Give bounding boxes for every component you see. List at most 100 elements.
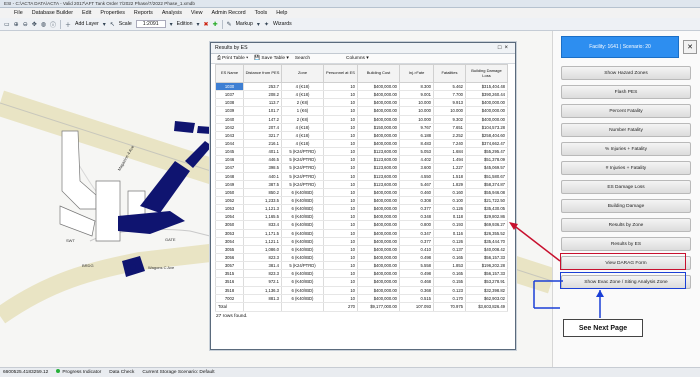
number-injuries-fatality-button[interactable]: # Injuries + Fatality bbox=[561, 161, 691, 175]
table-row[interactable]: 3057 381.4 5 (K24/PTRD) 10 $400,000.00 5.558 1… bbox=[215, 261, 508, 271]
table-row[interactable]: 1040 147.2 2 (K8) 10 $400,000.00 10.000 9.302 $… bbox=[215, 115, 508, 124]
menu-edit[interactable]: Edit bbox=[82, 8, 91, 18]
chevron-down-icon[interactable]: ▾ bbox=[170, 21, 173, 28]
add-point-icon[interactable]: ✚ bbox=[213, 21, 218, 28]
column-header[interactable]: ES Name bbox=[215, 64, 244, 83]
save-table-button[interactable]: 💾 Save Table ▾ bbox=[254, 54, 289, 63]
menu-admin-record[interactable]: Admin Record bbox=[211, 8, 245, 18]
table-row[interactable]: 1053 1,121.3 6 (K40/IBD) 10 $400,000.00 0.377… bbox=[215, 204, 508, 214]
zoom-out-icon[interactable]: ⊖ bbox=[23, 21, 28, 28]
table-row[interactable]: 1048 440.1 5 (K24/PTRD) 10 $123,600.00 4.550 1… bbox=[215, 172, 508, 181]
zoom-in-icon[interactable]: ⊕ bbox=[14, 21, 19, 28]
column-header[interactable]: Personnel at ES bbox=[323, 64, 358, 83]
total-cell: $9,177,000.00 bbox=[357, 301, 400, 312]
table-row[interactable]: 3053 1,171.5 6 (K40/IBD) 10 $400,000.00 0.347… bbox=[215, 229, 508, 238]
table-row[interactable]: 3050 833.4 6 (K40/IBD) 10 $400,000.00 0.800 0.… bbox=[215, 220, 508, 230]
table-row[interactable]: 1044 216.1 4 (K18) 10 $400,000.00 8.483 7.240 $… bbox=[215, 139, 508, 149]
menu-tools[interactable]: Tools bbox=[255, 8, 268, 18]
results-by-es-button[interactable]: Results by ES bbox=[561, 237, 691, 251]
flash-pes-button[interactable]: Flash PES bbox=[561, 85, 691, 99]
column-header[interactable]: Zone bbox=[281, 64, 324, 83]
table-cell: 0.308 bbox=[399, 196, 434, 206]
close-icon[interactable]: ✕ bbox=[683, 40, 697, 54]
table-cell: 6.188 bbox=[399, 131, 434, 140]
table-cell: $400,000.00 bbox=[465, 98, 508, 108]
table-row[interactable]: 3054 1,121.1 6 (K40/IBD) 10 $400,000.00 0.377… bbox=[215, 237, 508, 246]
table-row[interactable]: 1039 101.7 1 (K6) 10 $400,000.00 10.000 10.000… bbox=[215, 106, 508, 116]
table-row[interactable]: 1030 253.7 4 (K18) 10 $400,000.00 8.300 5.462 $… bbox=[215, 82, 508, 92]
table-cell: 10 bbox=[323, 294, 358, 303]
number-fatality-button[interactable]: Number Fatality bbox=[561, 123, 691, 137]
facility-scenario-badge[interactable]: Facility: 1641 | Scenario: 20 bbox=[561, 36, 679, 58]
add-layer-button[interactable]: Add Layer bbox=[75, 21, 99, 27]
table-cell: 5 (K24/PTRD) bbox=[281, 163, 324, 173]
search-button[interactable]: Search bbox=[295, 54, 310, 63]
table-row[interactable]: 3516 972.1 6 (K40/IBD) 10 $400,000.00 0.468 0.… bbox=[215, 277, 508, 287]
table-row[interactable]: 1045 401.1 5 (K24/PTRD) 10 $123,600.00 5.053 1… bbox=[215, 147, 508, 157]
table-cell: $400,000.00 bbox=[357, 204, 400, 214]
table-row[interactable]: 3056 823.3 6 (K40/IBD) 10 $400,000.00 0.498 0.… bbox=[215, 253, 508, 263]
dialog-titlebar[interactable]: Results by ES □× bbox=[211, 43, 515, 54]
table-row[interactable]: 1038 113.7 2 (K8) 10 $400,000.00 10.000 9.913 $… bbox=[215, 98, 508, 108]
table-row[interactable]: 1052 1,233.5 6 (K40/IBD) 10 $400,000.00 0.308… bbox=[215, 196, 508, 206]
column-header[interactable]: Inj.>Fate bbox=[399, 64, 434, 83]
select-arrow-icon[interactable]: ↖ bbox=[110, 21, 115, 28]
column-header[interactable]: Building Cost bbox=[357, 64, 400, 83]
es-damage-loss-button[interactable]: ES Damage Loss bbox=[561, 180, 691, 194]
data-check-label[interactable]: Data Check bbox=[109, 368, 134, 377]
table-row[interactable]: 1049 387.5 5 (K24/PTRD) 10 $123,600.00 5.467 1… bbox=[215, 180, 508, 189]
table-cell: 10 bbox=[323, 204, 358, 214]
new-file-icon[interactable]: ▭ bbox=[4, 21, 10, 28]
table-row[interactable]: 3055 1,086.0 6 (K40/IBD) 10 $400,000.00 0.410… bbox=[215, 245, 508, 254]
pan-icon[interactable]: ✥ bbox=[32, 21, 37, 28]
table-row[interactable]: 1050 850.2 6 (K40/IBD) 10 $400,000.00 0.460 0.… bbox=[215, 188, 508, 197]
building-damage-button[interactable]: Building Damage bbox=[561, 199, 691, 213]
markup-button[interactable]: Markup bbox=[236, 21, 253, 27]
identify-icon[interactable]: ⓘ bbox=[50, 20, 56, 29]
add-layer-icon[interactable]: ＋ bbox=[65, 20, 71, 29]
close-icon[interactable]: × bbox=[504, 45, 511, 51]
scale-value[interactable]: 1:2091 bbox=[135, 20, 166, 28]
table-cell: 0.377 bbox=[399, 204, 434, 214]
table-row[interactable]: 3518 1,136.3 6 (K40/IBD) 10 $400,000.00 0.368… bbox=[215, 286, 508, 295]
wizard-icon[interactable]: ✦ bbox=[264, 21, 269, 28]
table-cell: 1 (K6) bbox=[281, 106, 324, 116]
results-by-es-dialog[interactable]: Results by ES □× ⎙ Print Table ▾ 💾 Save … bbox=[210, 42, 516, 350]
chevron-down-icon[interactable]: ▾ bbox=[197, 21, 200, 28]
pencil-icon[interactable]: ✎ bbox=[227, 21, 232, 28]
menu-properties[interactable]: Properties bbox=[100, 8, 125, 18]
table-row[interactable]: 1043 321.7 4 (K18) 10 $400,000.00 6.188 2.252 $… bbox=[215, 131, 508, 140]
table-cell: 10 bbox=[323, 245, 358, 254]
table-row[interactable]: 1047 398.5 5 (K24/PTRD) 10 $123,600.00 3.600 1… bbox=[215, 163, 508, 173]
menu-view[interactable]: View bbox=[191, 8, 203, 18]
column-header[interactable]: Fatalities bbox=[433, 64, 466, 83]
table-row[interactable]: 1054 1,165.5 6 (K40/IBD) 10 $400,000.00 0.348… bbox=[215, 212, 508, 222]
show-hazard-zones-button[interactable]: Show Hazard Zones bbox=[561, 66, 691, 80]
menu-file[interactable]: File bbox=[14, 8, 23, 18]
print-table-button[interactable]: ⎙ Print Table ▾ bbox=[217, 54, 248, 63]
edition-button[interactable]: Edition bbox=[177, 21, 193, 27]
table-row[interactable]: 1037 208.2 4 (K18) 10 $400,000.00 9.001 7.700 $… bbox=[215, 90, 508, 100]
menu-reports[interactable]: Reports bbox=[134, 8, 153, 18]
table-cell: 5.462 bbox=[433, 82, 466, 92]
results-by-zone-button[interactable]: Results by Zone bbox=[561, 218, 691, 232]
globe-icon[interactable]: ◍ bbox=[41, 21, 46, 28]
table-cell: $400,000.00 bbox=[357, 115, 400, 124]
wizards-button[interactable]: Wizards bbox=[273, 21, 292, 27]
percent-injuries-fatality-button[interactable]: % Injuries + Fatality bbox=[561, 142, 691, 156]
percent-fatality-button[interactable]: Percent Fatality bbox=[561, 104, 691, 118]
menu-database-builder[interactable]: Database Builder bbox=[32, 8, 73, 18]
delete-icon[interactable]: ✖ bbox=[204, 21, 209, 28]
table-row[interactable]: 1046 446.5 5 (K24/PTRD) 10 $123,600.00 4.402 1… bbox=[215, 155, 508, 165]
menu-help[interactable]: Help bbox=[276, 8, 287, 18]
column-header[interactable]: Building Damage Loss bbox=[465, 64, 508, 83]
table-row[interactable]: 3515 823.3 6 (K40/IBD) 10 $400,000.00 0.498 0.… bbox=[215, 269, 508, 279]
table-cell: 0.347 bbox=[399, 229, 434, 238]
menu-analysis[interactable]: Analysis bbox=[162, 8, 182, 18]
table-row[interactable]: 7002 881.3 6 (K40/IBD) 10 $400,000.00 0.515 0.… bbox=[215, 294, 508, 303]
chevron-down-icon[interactable]: ▾ bbox=[103, 21, 106, 28]
table-row[interactable]: 1042 207.4 4 (K18) 10 $150,000.00 9.767 7.651 $… bbox=[215, 123, 508, 132]
column-header[interactable]: Distance from PES bbox=[243, 64, 282, 83]
chevron-down-icon[interactable]: ▾ bbox=[257, 21, 260, 28]
columns-button[interactable]: Columns ▾ bbox=[346, 54, 369, 63]
